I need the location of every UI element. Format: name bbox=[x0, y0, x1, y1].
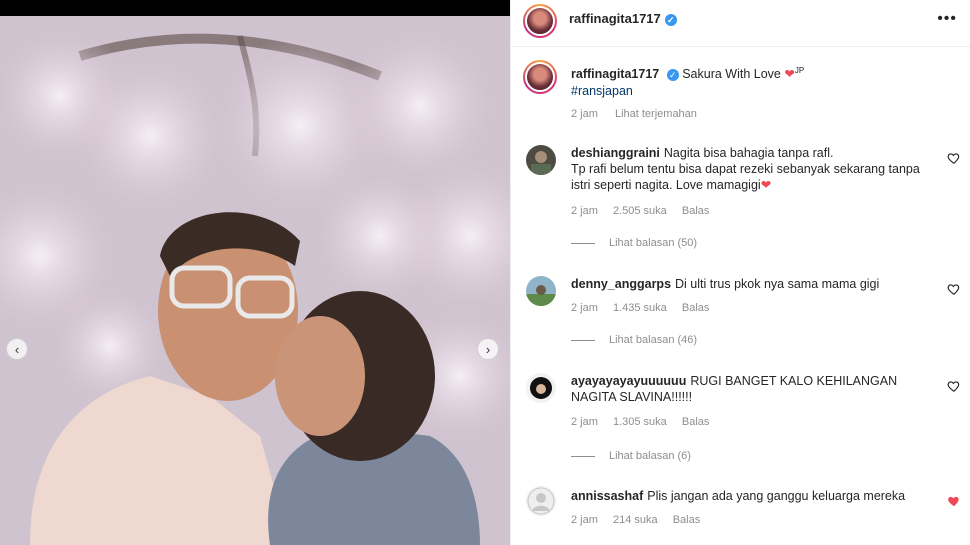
comment-time: 2 jam bbox=[571, 205, 598, 217]
view-replies-link[interactable]: Lihat balasan (50) bbox=[571, 237, 697, 249]
caption-avatar[interactable] bbox=[523, 60, 557, 94]
carousel-prev-button[interactable]: ‹ bbox=[6, 338, 28, 360]
comment-time: 2 jam bbox=[571, 514, 598, 526]
post-photo-panel: ‹ › bbox=[0, 0, 510, 545]
comment-username[interactable]: ayayayayayuuuuuu bbox=[571, 374, 686, 388]
caption-username[interactable]: raffinagita1717 bbox=[571, 67, 659, 81]
reply-button[interactable]: Balas bbox=[682, 416, 710, 428]
heart-emoji-icon: ❤ bbox=[760, 178, 772, 192]
comment-likes[interactable]: 214 suka bbox=[613, 514, 658, 526]
header-username[interactable]: raffinagita1717 ✓ bbox=[569, 11, 677, 26]
comment-time: 2 jam bbox=[571, 416, 598, 428]
comment-meta: 2 jam 1.305 suka Balas bbox=[571, 416, 721, 428]
translate-link[interactable]: Lihat terjemahan bbox=[615, 108, 697, 120]
reply-button[interactable]: Balas bbox=[673, 514, 701, 526]
photo-top-bar bbox=[0, 0, 510, 16]
comment-likes[interactable]: 1.435 suka bbox=[613, 302, 667, 314]
comment-meta: 2 jam 2.505 suka Balas bbox=[571, 205, 721, 217]
comment-likes[interactable]: 2.505 suka bbox=[613, 205, 667, 217]
comment-meta: 2 jam 214 suka Balas bbox=[571, 514, 712, 526]
post-photo bbox=[0, 16, 510, 545]
comment-text: deshianggraini Nagita bisa bahagia tanpa … bbox=[571, 145, 941, 193]
comment-avatar[interactable] bbox=[526, 373, 556, 403]
liked-heart-icon[interactable] bbox=[947, 494, 961, 508]
reply-button[interactable]: Balas bbox=[682, 205, 710, 217]
comment-avatar[interactable] bbox=[526, 145, 556, 175]
comment-avatar[interactable] bbox=[526, 486, 556, 516]
reply-button[interactable]: Balas bbox=[682, 302, 710, 314]
comment-line-1: Nagita bisa bahagia tanpa rafl. bbox=[663, 146, 834, 160]
like-heart-icon[interactable] bbox=[947, 151, 961, 165]
verified-icon: ✓ bbox=[664, 13, 677, 26]
comment-time: 2 jam bbox=[571, 302, 598, 314]
comment-line-2: Tp rafi belum tentu bisa dapat rezeki se… bbox=[571, 162, 920, 192]
heart-emoji-icon: ❤ bbox=[784, 67, 795, 82]
hashtag-link[interactable]: #ransjapan bbox=[571, 84, 633, 98]
comment-text: denny_anggarps Di ulti trus pkok nya sama… bbox=[571, 277, 880, 291]
view-replies-link[interactable]: Lihat balasan (6) bbox=[571, 450, 691, 462]
comment-text: annissashaf Plis jangan ada yang ganggu k… bbox=[571, 489, 906, 503]
caption-flag-text: JP bbox=[794, 66, 805, 75]
comment-username[interactable]: denny_anggarps bbox=[571, 277, 671, 291]
more-options-icon[interactable]: ••• bbox=[937, 10, 957, 28]
verified-icon: ✓ bbox=[666, 68, 679, 81]
view-replies-link[interactable]: Lihat balasan (46) bbox=[571, 334, 697, 346]
carousel-next-button[interactable]: › bbox=[477, 338, 499, 360]
like-heart-icon[interactable] bbox=[947, 282, 961, 296]
caption-text: raffinagita1717 ✓ Sakura With Love ❤JP bbox=[571, 66, 804, 81]
comment-username[interactable]: deshianggraini bbox=[571, 146, 660, 160]
header-avatar[interactable] bbox=[523, 4, 557, 38]
post-header: raffinagita1717 ✓ ••• bbox=[511, 0, 970, 47]
comment-username[interactable]: annissashaf bbox=[571, 489, 643, 503]
comment-text: ayayayayayuuuuuu RUGI BANGET KALO KEHILAN… bbox=[571, 374, 898, 404]
comment-avatar[interactable] bbox=[526, 276, 556, 306]
caption-body: Sakura With Love bbox=[682, 67, 781, 82]
like-heart-icon[interactable] bbox=[947, 379, 961, 393]
caption-meta: 2 jam Lihat terjemahan bbox=[571, 108, 711, 120]
caption-time: 2 jam bbox=[571, 108, 598, 120]
comment-meta: 2 jam 1.435 suka Balas bbox=[571, 302, 721, 314]
comment-likes[interactable]: 1.305 suka bbox=[613, 416, 667, 428]
post-side-panel: raffinagita1717 ✓ ••• raffinagita1717 ✓ S… bbox=[510, 0, 970, 545]
